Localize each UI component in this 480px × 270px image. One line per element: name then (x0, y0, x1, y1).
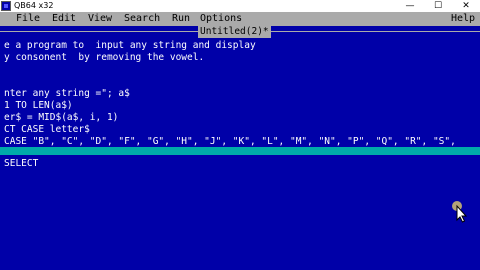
code-editor[interactable]: Untitled(2)* e a program to input any st… (0, 26, 480, 270)
menu-view[interactable]: View (88, 12, 112, 26)
current-line-highlight (0, 147, 480, 155)
menu-run[interactable]: Run (172, 12, 190, 26)
menu-help[interactable]: Help (451, 12, 475, 26)
menu-edit[interactable]: Edit (52, 12, 76, 26)
code-line[interactable]: e a program to input any string and disp… (4, 40, 256, 52)
code-line[interactable]: y consonent by removing the vowel. (4, 52, 204, 64)
minimize-icon[interactable]: — (396, 0, 424, 12)
code-line[interactable]: 1 TO LEN(a$) (4, 100, 73, 112)
mouse-cursor-icon (452, 201, 468, 223)
code-line[interactable]: CT CASE letter$ (4, 124, 90, 136)
menu-options[interactable]: Options (200, 12, 242, 26)
status-text: SELECT (4, 158, 39, 169)
menu-file[interactable]: File (16, 12, 40, 26)
close-icon[interactable]: ✕ (452, 0, 480, 12)
window-title-bar[interactable]: QB64 x32 — ☐ ✕ (0, 0, 480, 12)
menu-search[interactable]: Search (124, 12, 160, 26)
menu-bar: File Edit View Search Run Options Help (0, 12, 480, 26)
code-line[interactable]: nter any string ="; a$ (4, 88, 130, 100)
window-title: QB64 x32 (14, 1, 54, 10)
code-line[interactable]: er$ = MID$(a$, i, 1) (4, 112, 118, 124)
maximize-icon[interactable]: ☐ (424, 0, 452, 12)
qb64-app-icon (1, 1, 11, 11)
document-tab[interactable]: Untitled(2)* (198, 26, 271, 38)
